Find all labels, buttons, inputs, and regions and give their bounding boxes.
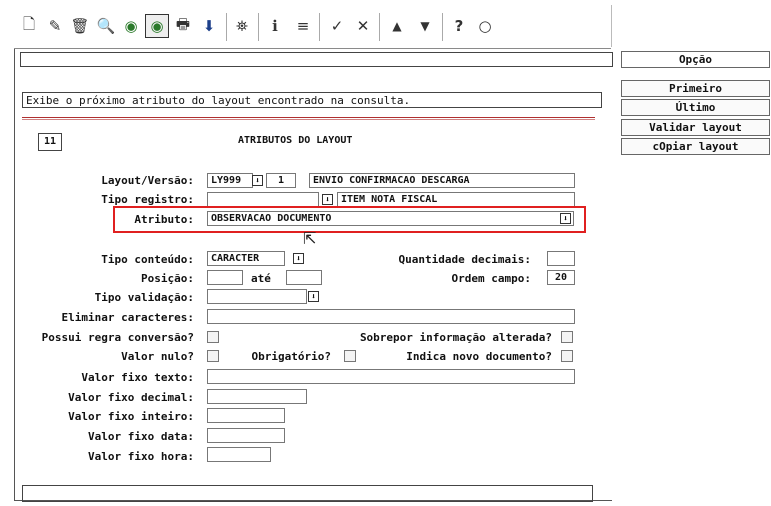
tipo-conteudo-field[interactable]: CARACTER [207, 251, 285, 266]
up-icon[interactable]: ▲ [386, 15, 408, 37]
ordem-campo-label: Ordem campo: [451, 272, 531, 285]
help-icon[interactable]: ? [448, 15, 470, 37]
sobrepor-checkbox[interactable] [561, 331, 573, 343]
sobrepor-label: Sobrepor informação alterada? [359, 331, 552, 344]
valor-fixo-texto-field[interactable] [207, 369, 575, 384]
tipo-conteudo-dropdown-icon[interactable]: ⬇ [293, 253, 304, 264]
posicao-to-field[interactable] [286, 270, 322, 285]
next-icon[interactable]: ◉ [145, 14, 169, 38]
ordem-campo-field[interactable]: 20 [547, 270, 575, 285]
obrigatorio-label: Obrigatório? [251, 350, 331, 363]
mouse-cursor-icon: ⇱ [303, 229, 317, 248]
quantidade-decimais-label: Quantidade decimais: [398, 253, 531, 266]
valor-fixo-inteiro-label: Valor fixo inteiro: [68, 410, 194, 423]
eliminar-caracteres-field[interactable] [207, 309, 575, 324]
tipo-registro-desc-field: ITEM NOTA FISCAL [337, 192, 575, 207]
tipo-registro-field[interactable] [207, 192, 319, 207]
layout-dropdown-icon[interactable]: ⬇ [252, 175, 263, 186]
divider [22, 117, 595, 118]
tipo-registro-dropdown-icon[interactable]: ⬇ [322, 194, 333, 205]
layout-label: Layout/Versão: [101, 174, 194, 187]
quantidade-decimais-field[interactable] [547, 251, 575, 266]
valor-fixo-hora-field[interactable] [207, 447, 271, 462]
layout-version-field[interactable]: 1 [266, 173, 296, 188]
list-icon[interactable]: ≡ [292, 15, 314, 37]
previous-icon[interactable]: ◉ [120, 15, 142, 37]
chat-icon[interactable]: ○ [474, 15, 496, 37]
valor-fixo-data-label: Valor fixo data: [88, 430, 194, 443]
valor-fixo-decimal-label: Valor fixo decimal: [68, 391, 194, 404]
search-icon[interactable]: 🔍 [95, 15, 117, 37]
primeiro-button[interactable]: Primeiro [621, 80, 770, 97]
confirm-icon[interactable]: ✓ [326, 15, 348, 37]
valor-fixo-hora-label: Valor fixo hora: [88, 450, 194, 463]
record-number: 11 [38, 133, 62, 151]
indica-novo-label: Indica novo documento? [406, 350, 552, 363]
validar-layout-button[interactable]: Validar layout [621, 119, 770, 136]
valor-fixo-data-field[interactable] [207, 428, 285, 443]
ate-label: até [251, 272, 271, 285]
options-panel [611, 5, 771, 47]
info-icon[interactable]: ℹ [264, 15, 286, 37]
divider [22, 119, 595, 120]
new-icon[interactable]: 🗋 [18, 15, 40, 37]
posicao-from-field[interactable] [207, 270, 243, 285]
posicao-label: Posição: [141, 272, 194, 285]
valor-fixo-texto-label: Valor fixo texto: [81, 371, 194, 384]
possui-regra-checkbox[interactable] [207, 331, 219, 343]
options-header: Opção [621, 51, 770, 68]
toolbar: 🗋 ✎ 🗑 🔍 ◉ ◉ 🖶 ⬇ ⛯ ℹ ≡ ✓ ✕ ▲ ▼ ? ○ [14, 5, 611, 49]
print-icon[interactable]: 🖶 [172, 15, 194, 37]
valor-fixo-inteiro-field[interactable] [207, 408, 285, 423]
tipo-registro-label: Tipo registro: [101, 193, 194, 206]
status-bar [22, 485, 593, 502]
form-title: ATRIBUTOS DO LAYOUT [238, 135, 353, 146]
valor-nulo-label: Valor nulo? [121, 350, 194, 363]
toolbar-separator [226, 13, 227, 41]
tipo-conteudo-label: Tipo conteúdo: [101, 253, 194, 266]
edit-icon[interactable]: ✎ [44, 15, 66, 37]
tipo-validacao-field[interactable] [207, 289, 307, 304]
binoculars-icon[interactable]: ⛯ [231, 15, 253, 37]
tipo-validacao-dropdown-icon[interactable]: ⬇ [308, 291, 319, 302]
valor-fixo-decimal-field[interactable] [207, 389, 307, 404]
message-bar: Exibe o próximo atributo do layout encon… [22, 92, 602, 108]
export-icon[interactable]: ⬇ [198, 15, 220, 37]
highlight-box [113, 206, 586, 233]
copiar-layout-button[interactable]: cOpiar layout [621, 138, 770, 155]
indica-novo-checkbox[interactable] [561, 350, 573, 362]
eliminar-caracteres-label: Eliminar caracteres: [61, 311, 194, 324]
toolbar-separator [379, 13, 380, 41]
toolbar-separator [442, 13, 443, 41]
top-strip [20, 52, 613, 67]
valor-nulo-checkbox[interactable] [207, 350, 219, 362]
down-icon[interactable]: ▼ [414, 15, 436, 37]
possui-regra-label: Possui regra conversão? [41, 331, 194, 344]
toolbar-separator [319, 13, 320, 41]
layout-desc-field: ENVIO CONFIRMACAO DESCARGA [309, 173, 575, 188]
layout-code-field[interactable]: LY999 [207, 173, 253, 188]
ultimo-button[interactable]: Último [621, 99, 770, 116]
toolbar-separator [258, 13, 259, 41]
delete-icon[interactable]: 🗑 [69, 15, 91, 37]
cancel-icon[interactable]: ✕ [352, 15, 374, 37]
tipo-validacao-label: Tipo validação: [94, 291, 194, 304]
obrigatorio-checkbox[interactable] [344, 350, 356, 362]
